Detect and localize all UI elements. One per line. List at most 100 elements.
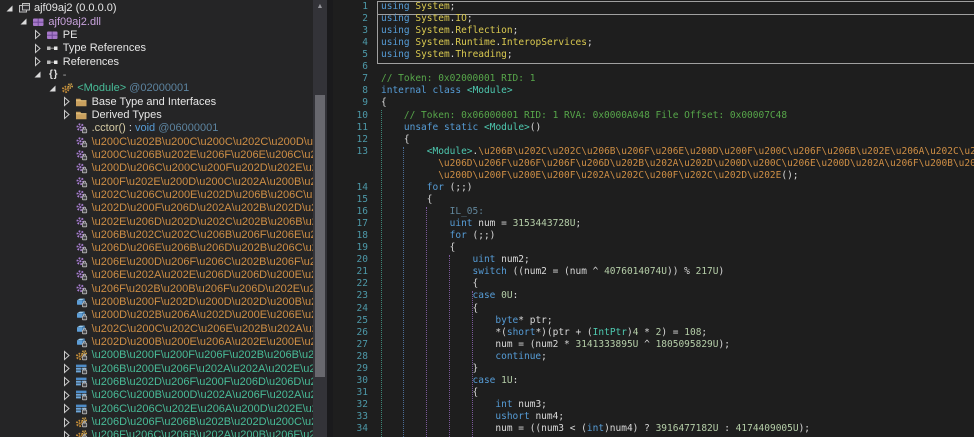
tree-row[interactable]: \u202D\u200F\u206D\u202A\u202B\u202D\u20… xyxy=(0,202,313,215)
line-number: 21 xyxy=(356,266,368,278)
expander-collapsed-icon[interactable] xyxy=(60,109,74,121)
code-line[interactable]: 10 // Token: 0x06000001 RID: 1 RVA: 0x000… xyxy=(333,110,974,122)
tree-row[interactable]: \u200B\u200F\u200F\u206F\u202B\u206B\u20… xyxy=(0,349,313,362)
code-line[interactable]: 32 int num3; xyxy=(333,399,974,411)
expander-collapsed-icon[interactable] xyxy=(31,56,45,67)
tree-row[interactable]: \u202C\u200C\u202C\u206E\u202B\u202A\u20… xyxy=(0,322,313,335)
tree-row[interactable]: \u206D\u206F\u206B\u202B\u202D\u200C\u20… xyxy=(0,415,313,428)
code-line[interactable]: 29} xyxy=(333,363,974,375)
code-line[interactable]: 33 ushort num4; xyxy=(333,411,974,423)
code-line[interactable]: 1 using System; xyxy=(333,1,974,13)
tree-row[interactable]: \u206B\u202C\u202C\u206B\u206F\u206E\u20… xyxy=(0,228,313,241)
code-line[interactable]: \u200D\u200F\u200E\u200F\u202A\u202C\u20… xyxy=(333,170,974,182)
expander-collapsed-icon[interactable] xyxy=(60,403,74,414)
code-line[interactable]: 23 case 0U: xyxy=(333,290,974,302)
expander-expanded-icon[interactable] xyxy=(2,3,16,14)
tree-row[interactable]: \u206F\u206C\u206B\u202A\u200B\u206F\u20… xyxy=(0,429,313,437)
tree-row[interactable]: Base Type and Interfaces xyxy=(0,95,313,108)
code-text: case 0U: xyxy=(472,290,519,302)
code-line[interactable]: 22 { xyxy=(333,278,974,290)
tree-row[interactable]: \u206B\u200E\u206F\u202A\u202A\u202E\u20… xyxy=(0,362,313,375)
code-line[interactable]: 2 using System.IO; xyxy=(333,13,974,25)
tree-row[interactable]: \u202D\u200B\u200E\u206A\u202E\u200E\u20… xyxy=(0,335,313,348)
code-line[interactable]: 14 for (;;) xyxy=(333,182,974,194)
expander-expanded-icon[interactable] xyxy=(45,83,59,94)
code-line[interactable]: 24 { xyxy=(333,303,974,315)
code-view[interactable]: 1 using System; 2 using System.IO; 3 using Sy… xyxy=(333,0,974,437)
tree-row[interactable]: \u206C\u200B\u200D\u202A\u206F\u202A\u20… xyxy=(0,389,313,402)
tree-row[interactable]: Derived Types xyxy=(0,108,313,121)
line-number: 25 xyxy=(356,314,368,326)
tree-row[interactable]: \u202C\u206C\u200E\u202D\u206B\u206C\u20… xyxy=(0,188,313,201)
tree-row[interactable]: \u206E\u200D\u206F\u206C\u202B\u206F\u20… xyxy=(0,255,313,268)
code-line[interactable]: 17 uint num = 3153443728U; xyxy=(333,218,974,230)
tree-row[interactable]: <Module> @02000001 xyxy=(0,82,313,95)
code-line[interactable]: 31 { xyxy=(333,387,974,399)
code-line[interactable]: 19 { xyxy=(333,242,974,254)
expander-collapsed-icon[interactable] xyxy=(60,350,74,361)
expander-expanded-icon[interactable] xyxy=(16,16,30,27)
expander-collapsed-icon[interactable] xyxy=(31,29,45,40)
tree-row[interactable]: \u206D\u206E\u206B\u206D\u202B\u206C\u20… xyxy=(0,242,313,255)
code-line[interactable]: 11 unsafe static <Module>() xyxy=(333,122,974,134)
code-line[interactable]: 6 xyxy=(333,61,974,73)
code-line[interactable]: 15 { xyxy=(333,194,974,206)
code-line[interactable]: \u206D\u206F\u206F\u206F\u206D\u202B\u20… xyxy=(333,158,974,170)
tree-row[interactable]: \u200D\u202B\u206A\u202D\u200E\u206E\u20… xyxy=(0,309,313,322)
tree-row[interactable]: \u200D\u206C\u200C\u200F\u202D\u202E\u20… xyxy=(0,162,313,175)
tree-item-label: .cctor() : void @06000001 xyxy=(91,122,219,135)
tree-row[interactable]: \u200C\u206B\u202E\u206F\u206E\u206C\u20… xyxy=(0,148,313,161)
scrollbar-up-arrow-icon[interactable]: ▲ xyxy=(313,0,327,13)
expander-collapsed-icon[interactable] xyxy=(60,430,74,437)
tree-row[interactable]: ajf09aj2.dll xyxy=(0,15,313,28)
code-line[interactable]: 26 *(short*)(ptr + (IntPtr)4 * 2) = 108; xyxy=(333,327,974,339)
tree-row[interactable]: \u200F\u202E\u200D\u200C\u202A\u200B\u20… xyxy=(0,175,313,188)
expander-collapsed-icon[interactable] xyxy=(60,416,74,428)
expander-collapsed-icon[interactable] xyxy=(60,376,74,388)
code-line[interactable]: 3 using System.Reflection; xyxy=(333,25,974,37)
code-line[interactable]: 5 using System.Threading; xyxy=(333,49,974,61)
code-line[interactable]: 28 continue; xyxy=(333,351,974,363)
line-number: 20 xyxy=(356,254,368,266)
code-line[interactable]: 21 switch ((num2 = (num ^ 4076014074U)) %… xyxy=(333,266,974,278)
tree-row[interactable]: \u206B\u202D\u206F\u200F\u206D\u206D\u20… xyxy=(0,375,313,388)
code-text: int num3; xyxy=(495,398,547,410)
tree-row[interactable]: \u200B\u200F\u202D\u200D\u202D\u200B\u20… xyxy=(0,295,313,308)
tree-row[interactable]: .cctor() : void @06000001 xyxy=(0,122,313,135)
tree-row[interactable]: PE xyxy=(0,28,313,41)
code-line[interactable]: 4 using System.Runtime.InteropServices; xyxy=(333,37,974,49)
code-line[interactable]: 12 { xyxy=(333,134,974,146)
code-line[interactable]: 27 num = (num2 * 3141333895U ^ 1805095829… xyxy=(333,339,974,351)
code-line[interactable]: 20 uint num2; xyxy=(333,254,974,266)
tree-item-label: \u206B\u202C\u202C\u206B\u206F\u206E\u20… xyxy=(91,229,313,242)
tree-row[interactable]: \u200C\u202B\u200C\u200C\u202C\u200D\u20… xyxy=(0,135,313,148)
tree-row[interactable]: References xyxy=(0,55,313,68)
code-line[interactable]: 8 internal class <Module> xyxy=(333,85,974,97)
code-line[interactable]: 25 byte* ptr; xyxy=(333,315,974,327)
code-line[interactable]: 9{ xyxy=(333,97,974,109)
code-line[interactable]: 30 case 1U: xyxy=(333,375,974,387)
namespace-icon: { } xyxy=(49,69,58,81)
tree-scrollbar[interactable]: ▲ xyxy=(313,0,327,437)
code-line[interactable]: 13 <Module>.\u206B\u202C\u202C\u206B\u206… xyxy=(333,146,974,158)
tree-row[interactable]: \u202E\u206D\u202D\u202C\u202B\u206B\u20… xyxy=(0,215,313,228)
expander-collapsed-icon[interactable] xyxy=(60,363,74,374)
tree-row[interactable]: Type References xyxy=(0,42,313,55)
struct-lock-icon xyxy=(74,376,90,388)
tree-row[interactable]: \u206E\u202A\u202E\u206D\u206D\u200E\u20… xyxy=(0,269,313,282)
code-line[interactable]: 7 // Token: 0x02000001 RID: 1 xyxy=(333,73,974,85)
expander-collapsed-icon[interactable] xyxy=(31,43,45,54)
expander-expanded-icon[interactable] xyxy=(31,69,45,80)
tree-row[interactable]: { } - xyxy=(0,68,313,81)
line-number: 14 xyxy=(356,181,368,193)
code-line[interactable]: 18 for (;;) xyxy=(333,230,974,242)
expander-collapsed-icon[interactable] xyxy=(60,96,74,107)
tree-row[interactable]: \u206C\u206C\u202E\u206A\u200D\u202E\u20… xyxy=(0,402,313,415)
code-line[interactable]: 34 num = ((num3 < (int)num4) ? 3916477182… xyxy=(333,423,974,435)
tree-row[interactable]: ajf09aj2 (0.0.0.0) xyxy=(0,2,313,15)
code-line[interactable]: 16 IL_05: xyxy=(333,206,974,218)
scrollbar-thumb[interactable] xyxy=(315,95,325,377)
method-icon xyxy=(74,122,90,134)
expander-collapsed-icon[interactable] xyxy=(60,390,74,401)
tree-row[interactable]: \u206F\u202B\u200B\u206F\u206D\u202E\u20… xyxy=(0,282,313,295)
